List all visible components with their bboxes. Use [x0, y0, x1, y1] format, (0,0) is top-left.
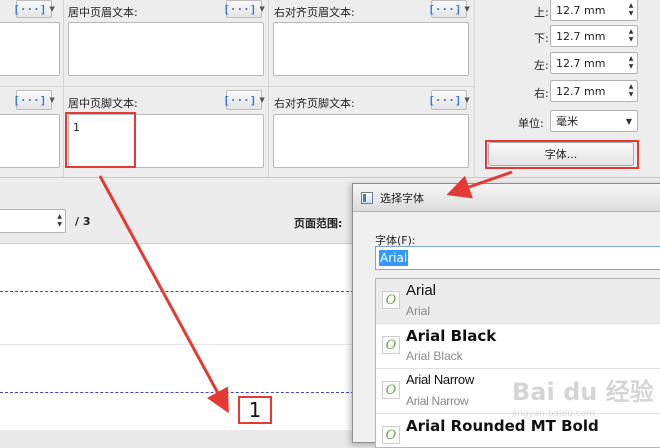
dropdown-arrow-icon: ▼ — [625, 116, 632, 126]
margin-bottom-label: 下: — [534, 32, 549, 45]
column-separator — [63, 0, 64, 178]
dialog-titlebar[interactable]: 选择字体 — [353, 184, 660, 212]
unit-label: 单位: — [518, 117, 544, 130]
center-footer-label: 居中页脚文本: — [68, 97, 138, 110]
spin-arrows-icon[interactable]: ▲ ▼ — [625, 83, 637, 99]
truetype-font-icon: O — [382, 336, 400, 354]
spin-arrows-icon[interactable]: ▲ ▼ — [625, 2, 637, 18]
right-header-textbox[interactable] — [273, 22, 469, 76]
truetype-font-icon: O — [382, 426, 400, 444]
font-list-item[interactable]: O Arial Arial — [376, 279, 660, 324]
center-footer-field-button[interactable]: [···] ▼ — [223, 90, 265, 110]
margin-left-value: 12.7 mm — [556, 56, 606, 70]
field-icon: [···] — [13, 2, 47, 16]
field-icon: [···] — [223, 2, 257, 16]
dropdown-arrow-icon: ▼ — [259, 96, 265, 104]
highlight-box-footer — [65, 112, 136, 168]
margin-right-value: 12.7 mm — [556, 84, 606, 98]
highlight-box-font-button — [485, 140, 639, 169]
margin-top-value: 12.7 mm — [556, 3, 606, 17]
left-footer-field-button[interactable]: [···] ▼ — [13, 90, 55, 110]
font-sample: Arial Narrow — [406, 394, 469, 408]
header-footer-panel: [···] ▼ 居中页眉文本: [···] ▼ 右对齐页眉文本: [···] ▼ [·… — [0, 0, 660, 178]
dropdown-arrow-icon: ▼ — [49, 96, 55, 104]
window-icon — [361, 191, 373, 204]
spin-arrows-icon[interactable]: ▲ ▼ — [625, 55, 637, 71]
font-name: Arial Rounded MT Bold — [406, 417, 599, 435]
truetype-font-icon: O — [382, 381, 400, 399]
page-range-label: 页面范围: — [294, 217, 343, 230]
left-header-textbox[interactable] — [0, 22, 60, 76]
margin-bottom-value: 12.7 mm — [556, 29, 606, 43]
spin-arrows-icon[interactable]: ▲ ▼ — [625, 28, 637, 44]
right-footer-textbox[interactable] — [273, 114, 469, 168]
unit-select[interactable]: 毫米 ▼ — [550, 110, 638, 132]
unit-value: 毫米 — [556, 115, 578, 128]
dialog-title: 选择字体 — [380, 191, 424, 205]
dropdown-arrow-icon: ▼ — [464, 5, 470, 13]
right-header-label: 右对齐页眉文本: — [274, 6, 355, 19]
font-list[interactable]: O Arial Arial O Arial Black Arial Black … — [375, 278, 660, 448]
margin-right-spinbox[interactable]: 12.7 mm ▲ ▼ — [550, 80, 638, 102]
right-header-field-button[interactable]: [···] ▼ — [428, 0, 470, 18]
left-header-field-button[interactable]: [···] ▼ — [13, 0, 55, 18]
font-name-input[interactable]: Arial — [375, 246, 660, 270]
center-header-field-button[interactable]: [···] ▼ — [223, 0, 265, 18]
margin-bottom-spinbox[interactable]: 12.7 mm ▲ ▼ — [550, 25, 638, 47]
field-icon: [···] — [428, 93, 462, 107]
field-icon: [···] — [223, 93, 257, 107]
field-icon: [···] — [13, 93, 47, 107]
font-input-value: Arial — [379, 250, 409, 266]
dropdown-arrow-icon: ▼ — [49, 5, 55, 13]
margin-right-label: 右: — [534, 87, 549, 100]
right-footer-field-button[interactable]: [···] ▼ — [428, 90, 470, 110]
font-name: Arial Black — [406, 327, 497, 345]
font-list-item[interactable]: O Arial Black Arial Black — [376, 324, 660, 369]
dropdown-arrow-icon: ▼ — [259, 5, 265, 13]
spin-arrows-icon[interactable]: ▲ ▼ — [57, 213, 62, 229]
dropdown-arrow-icon: ▼ — [464, 96, 470, 104]
field-icon: [···] — [428, 2, 462, 16]
left-footer-textbox[interactable] — [0, 114, 60, 168]
center-header-textbox[interactable] — [68, 22, 264, 76]
margin-left-spinbox[interactable]: 12.7 mm ▲ ▼ — [550, 52, 638, 74]
right-footer-label: 右对齐页脚文本: — [274, 97, 355, 110]
page-total: / 3 — [75, 215, 91, 228]
margin-top-spinbox[interactable]: 12.7 mm ▲ ▼ — [550, 0, 638, 21]
margin-left-label: 左: — [534, 59, 549, 72]
font-sample: Arial Black — [406, 349, 463, 363]
font-list-item[interactable]: O Arial Narrow Arial Narrow — [376, 369, 660, 414]
font-dialog: 选择字体 字体(F): Arial O Arial Arial O Arial … — [352, 183, 660, 448]
font-sample: Arial — [406, 304, 431, 318]
column-separator — [268, 0, 269, 178]
page-number-spinbox[interactable]: ▲ ▼ — [0, 209, 66, 233]
column-separator — [474, 0, 475, 178]
row-separator — [0, 86, 474, 87]
font-name: Arial Narrow — [406, 372, 474, 387]
margin-top-label: 上: — [534, 6, 549, 19]
center-header-label: 居中页眉文本: — [68, 6, 138, 19]
preview-footer-number: 1 — [238, 396, 272, 424]
font-list-item[interactable]: O Arial Rounded MT Bold — [376, 414, 660, 447]
font-name: Arial — [406, 282, 437, 299]
truetype-font-icon: O — [382, 291, 400, 309]
